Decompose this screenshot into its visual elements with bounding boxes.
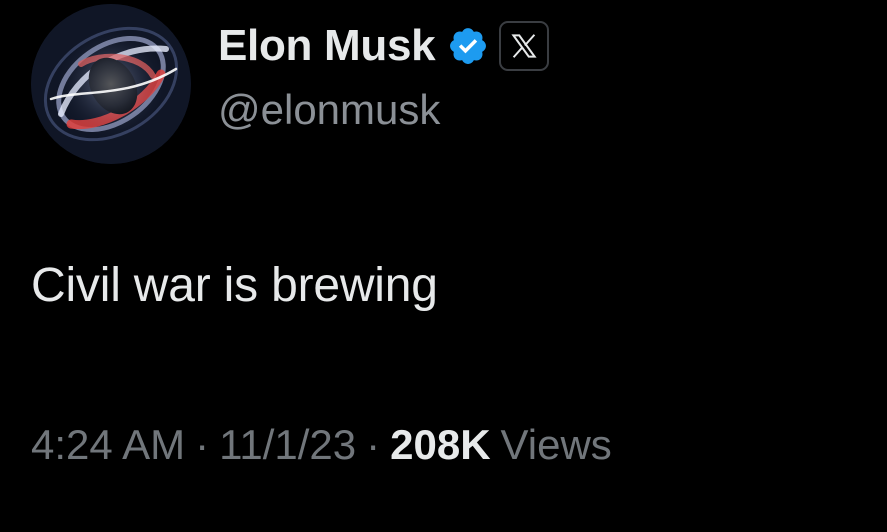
verified-badge-icon[interactable] — [447, 25, 489, 67]
author-display-name[interactable]: Elon Musk — [218, 21, 436, 71]
tweet-date[interactable]: 11/1/23 — [219, 421, 356, 469]
tweet-time[interactable]: 4:24 AM — [31, 421, 185, 469]
x-affiliation-badge[interactable] — [499, 21, 550, 71]
author-avatar[interactable] — [31, 4, 191, 164]
tweet-meta: 4:24 AM · 11/1/23 · 208K Views — [31, 421, 612, 469]
black-hole-avatar-icon — [31, 4, 191, 164]
tweet-text: Civil war is brewing — [31, 259, 438, 312]
tweet-card: Elon Musk @elonmusk Civil war is brewing… — [0, 0, 887, 532]
author-handle[interactable]: @elonmusk — [218, 86, 440, 134]
views-count[interactable]: 208K — [390, 421, 490, 469]
meta-separator: · — [195, 421, 210, 468]
author-name-row: Elon Musk — [218, 14, 550, 78]
x-logo-icon — [511, 34, 537, 58]
meta-separator: · — [366, 421, 381, 468]
views-label: Views — [500, 421, 612, 468]
